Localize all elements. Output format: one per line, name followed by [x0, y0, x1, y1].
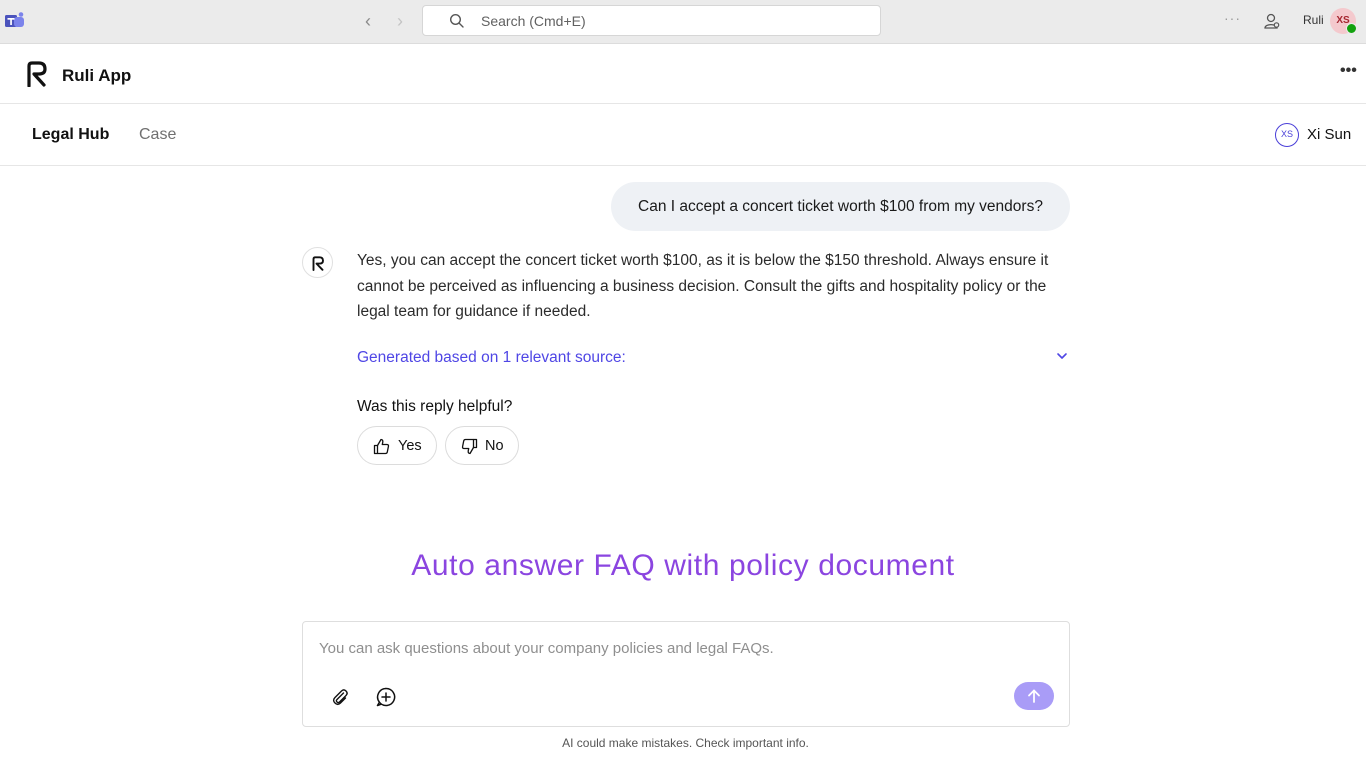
message-input[interactable] [319, 640, 1039, 657]
bot-avatar [302, 247, 333, 278]
ai-disclaimer: AI could make mistakes. Check important … [562, 736, 809, 750]
paperclip-icon[interactable] [330, 687, 350, 707]
message-composer [302, 621, 1070, 727]
ruli-logo-icon [27, 61, 47, 87]
app-more-icon[interactable]: ••• [1340, 62, 1357, 80]
tab-bar: Legal Hub Case XS Xi Sun [0, 104, 1366, 166]
thumbs-up-button[interactable]: Yes [357, 426, 437, 465]
more-options-icon[interactable]: ··· [1224, 10, 1241, 26]
search-input[interactable]: Search (Cmd+E) [422, 5, 881, 36]
user-name: Xi Sun [1307, 126, 1352, 143]
teams-title-bar: ‹ › Search (Cmd+E) ··· Ruli XS [0, 0, 1366, 44]
thumbs-down-icon [461, 438, 478, 455]
chevron-down-icon[interactable] [1055, 349, 1069, 363]
arrow-up-icon [1028, 689, 1040, 703]
forward-arrow-icon[interactable]: › [391, 12, 409, 30]
bot-reply-text: Yes, you can accept the concert ticket w… [357, 252, 1049, 320]
back-arrow-icon[interactable]: ‹ [359, 12, 377, 30]
app-header: Ruli App ••• [0, 44, 1366, 104]
titlebar-user-name: Ruli [1303, 13, 1324, 27]
sources-toggle[interactable]: Generated based on 1 relevant source: [357, 349, 626, 367]
new-chat-icon[interactable] [375, 686, 397, 708]
search-icon [449, 13, 464, 28]
people-settings-icon[interactable] [1262, 11, 1282, 31]
feature-caption: Auto answer FAQ with policy document [411, 549, 955, 582]
thumbs-up-icon [373, 438, 390, 455]
presence-available-icon [1346, 23, 1357, 34]
no-label: No [485, 438, 504, 454]
app-title: Ruli App [62, 66, 132, 85]
send-button[interactable] [1014, 682, 1054, 710]
teams-logo-icon[interactable] [5, 12, 25, 29]
ruli-logo-icon [312, 256, 324, 271]
search-placeholder: Search (Cmd+E) [481, 13, 586, 29]
tab-legal-hub[interactable]: Legal Hub [32, 126, 109, 144]
feedback-question: Was this reply helpful? [357, 398, 513, 415]
tab-case[interactable]: Case [139, 126, 176, 144]
avatar: XS [1275, 123, 1299, 147]
yes-label: Yes [398, 438, 422, 454]
user-message-bubble: Can I accept a concert ticket worth $100… [611, 182, 1070, 231]
thumbs-down-button[interactable]: No [445, 426, 519, 465]
